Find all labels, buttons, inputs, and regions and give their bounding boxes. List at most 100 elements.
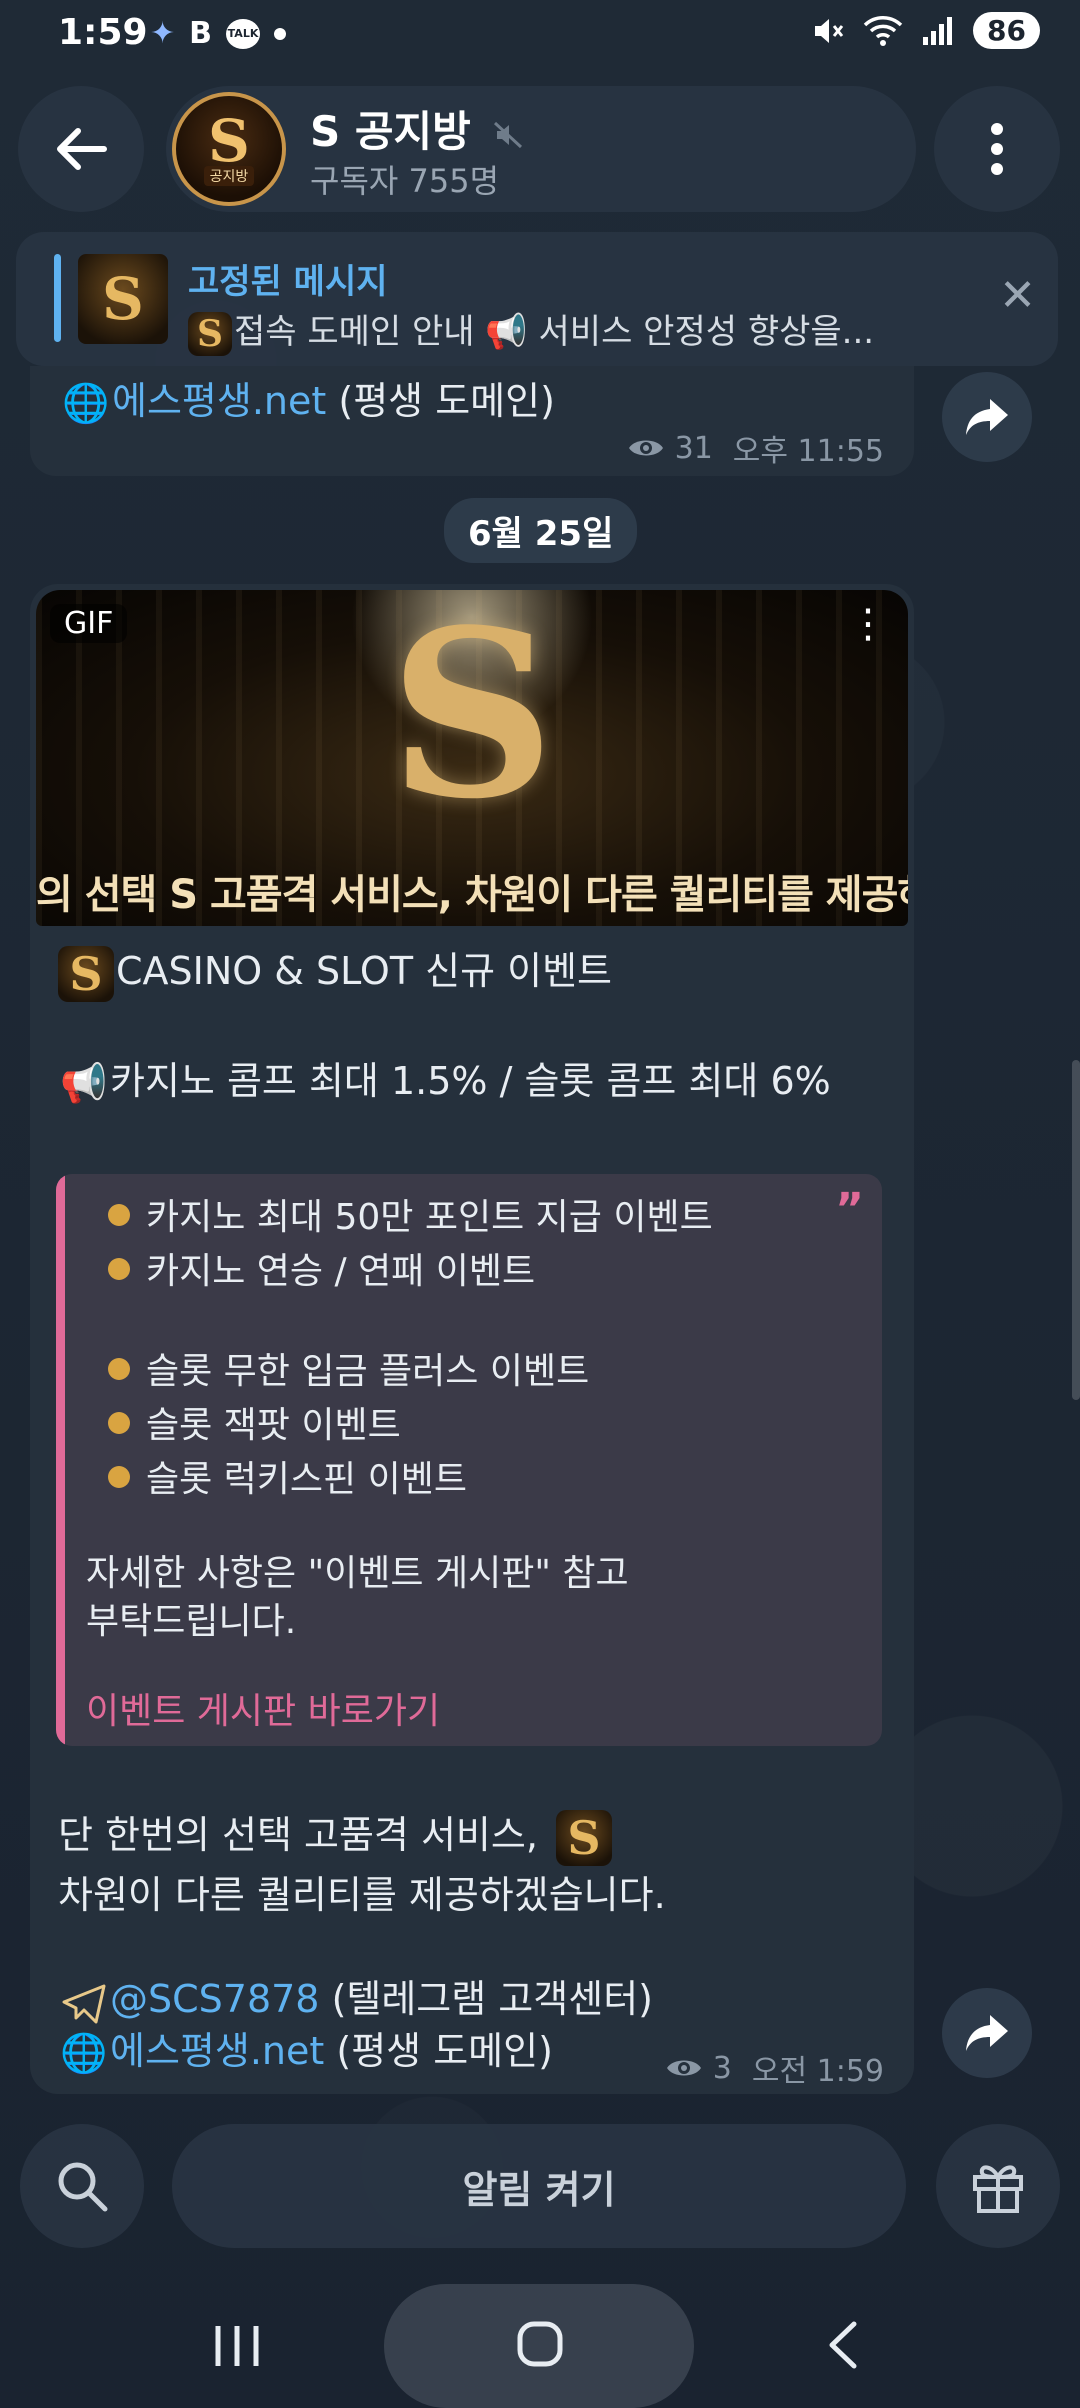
gift-button[interactable] <box>936 2124 1060 2248</box>
channel-header[interactable]: S 공지방 S 공지방 구독자 755명 <box>166 86 916 212</box>
bullet-icon <box>108 1412 130 1434</box>
close-icon[interactable]: ✕ <box>999 270 1036 321</box>
battery-indicator: 86 <box>973 12 1040 49</box>
comp-line: 📢카지노 콤프 최대 1.5% / 슬롯 콤프 최대 6% <box>58 1050 831 1106</box>
wifi-icon <box>863 15 903 46</box>
message-time: 오전 1:59 <box>751 2054 884 2089</box>
prev-domain-line: 🌐에스평생.net (평생 도메인) <box>60 370 555 426</box>
paper-plane-icon <box>58 1979 110 2024</box>
b-app-icon: B <box>189 16 213 51</box>
prev-message-meta: 31 오후 11:55 <box>627 426 884 470</box>
forward-arrow-icon <box>966 399 1008 435</box>
previous-message-bubble: 🌐에스평생.net (평생 도메인) 31 오후 11:55 <box>30 366 914 476</box>
notification-toggle-button[interactable]: 알림 켜기 <box>172 2124 906 2248</box>
quote-bar <box>56 1174 65 1746</box>
pinned-thumbnail: S <box>78 254 168 344</box>
domain-suffix: (평생 도메인) <box>324 2029 553 2073</box>
headline-text: CASINO & SLOT 신규 이벤트 <box>116 949 613 993</box>
bullet-icon <box>108 1204 130 1226</box>
forward-button[interactable] <box>942 372 1032 462</box>
message-bubble[interactable]: S 의 선택 S 고품격 서비스, 차원이 다른 퀄리티를 제공하겠 GIF ⋮… <box>30 584 914 2094</box>
channel-avatar[interactable]: S 공지방 <box>172 92 286 206</box>
comp-text: 카지노 콤프 최대 1.5% / 슬롯 콤프 최대 6% <box>110 1059 831 1103</box>
quote-item: 슬롯 잭팟 이벤트 <box>146 1405 401 1446</box>
gif-more-icon[interactable]: ⋮ <box>848 604 888 644</box>
bottom-bar: 알림 켜기 <box>0 2120 1080 2270</box>
bullet-icon <box>108 1358 130 1380</box>
bullet-icon <box>108 1466 130 1488</box>
channel-title-text: S 공지방 <box>310 107 471 156</box>
back-nav-icon[interactable] <box>826 2320 858 2370</box>
quote-mark-icon: ” <box>835 1184 864 1235</box>
s-logo-icon: S <box>58 945 114 1002</box>
more-notifications-dot-icon <box>274 27 287 40</box>
prev-time: 오후 11:55 <box>732 434 884 469</box>
views-eye-icon <box>628 440 663 456</box>
gift-icon <box>973 2165 1023 2213</box>
search-button[interactable] <box>20 2124 144 2248</box>
pinned-preview: 접속 도메인 안내 📢 서비스 안정성 향상을... <box>234 312 875 352</box>
channel-title: S 공지방 <box>310 98 525 159</box>
quote-note-line-2: 부탁드립니다. <box>86 1601 297 1642</box>
quote-item: 슬롯 무한 입금 플러스 이벤트 <box>146 1351 590 1392</box>
sparkle-icon: ✦ <box>150 16 176 51</box>
forward-button[interactable] <box>942 1988 1032 2078</box>
pinned-title: 고정된 메시지 <box>188 262 388 302</box>
more-vertical-icon <box>991 123 1003 175</box>
telegram-suffix: (텔레그램 고객센터) <box>319 1977 653 2021</box>
megaphone-icon: 📢 <box>60 1061 108 1105</box>
domain-line: 🌐에스평생.net (평생 도메인) <box>58 2020 553 2076</box>
notification-icons: ✦ B TALK <box>150 16 287 51</box>
muted-icon <box>494 121 523 148</box>
mute-icon <box>815 18 844 43</box>
scrollbar[interactable] <box>1072 1060 1080 1400</box>
gif-badge: GIF <box>50 604 128 643</box>
arrow-left-icon <box>57 128 107 170</box>
avatar-letter: S <box>208 107 250 175</box>
pinned-indicator <box>54 254 61 342</box>
event-quote-block: ” 카지노 최대 50만 포인트 지급 이벤트 카지노 연승 / 연패 이벤트 … <box>56 1174 882 1746</box>
domain-link[interactable]: 에스평생.net <box>110 2029 324 2073</box>
globe-icon: 🌐 <box>60 2031 108 2075</box>
status-bar: 1:59 ✦ B TALK 86 <box>0 0 1080 70</box>
closing-line-2: 차원이 다른 퀄리티를 제공하겠습니다. <box>58 1873 666 1917</box>
prev-domain-suffix: (평생 도메인) <box>326 379 555 423</box>
pinned-thumb-letter: S <box>102 265 144 333</box>
kakaotalk-icon: TALK <box>226 18 261 49</box>
subscriber-count: 구독자 755명 <box>310 162 500 200</box>
headline-line: S CASINO & SLOT 신규 이벤트 <box>58 940 612 1002</box>
closing-line-1: 단 한번의 선택 고품격 서비스, S <box>58 1804 614 1866</box>
gif-caption: 의 선택 S 고품격 서비스, 차원이 다른 퀄리티를 제공하겠 <box>36 872 908 918</box>
system-icons: 86 <box>811 12 1040 49</box>
more-options-button[interactable] <box>934 86 1060 212</box>
gif-media[interactable]: S 의 선택 S 고품격 서비스, 차원이 다른 퀄리티를 제공하겠 GIF ⋮ <box>36 590 908 926</box>
status-time: 1:59 <box>58 12 148 53</box>
quote-note-line-1: 자세한 사항은 "이벤트 게시판" 참고 <box>86 1553 629 1594</box>
s-logo-icon: S <box>188 311 232 356</box>
quote-item: 슬롯 럭키스핀 이벤트 <box>146 1459 467 1500</box>
s-logo-icon: S <box>556 1809 613 1866</box>
bullet-icon <box>108 1258 130 1280</box>
telegram-line: @SCS7878 (텔레그램 고객센터) <box>58 1968 653 2024</box>
telegram-handle-link[interactable]: @SCS7878 <box>110 1977 319 2021</box>
home-icon[interactable] <box>516 2320 564 2368</box>
prev-domain-link[interactable]: 에스평생.net <box>112 379 326 423</box>
globe-icon: 🌐 <box>62 381 110 425</box>
date-separator: 6월 25일 <box>444 498 638 563</box>
message-meta: 3 오전 1:59 <box>665 2046 884 2090</box>
quote-item: 카지노 연승 / 연패 이벤트 <box>146 1251 536 1292</box>
search-icon <box>58 2162 108 2212</box>
quote-item: 카지노 최대 50만 포인트 지급 이벤트 <box>146 1197 713 1238</box>
avatar-caption: 공지방 <box>203 166 255 186</box>
system-navigation-bar <box>0 2280 1080 2408</box>
views-eye-icon <box>666 2060 701 2076</box>
event-board-link[interactable]: 이벤트 게시판 바로가기 <box>86 1682 440 1734</box>
pinned-message-bar[interactable]: S 고정된 메시지 S 접속 도메인 안내 📢 서비스 안정성 향상을... ✕ <box>16 232 1058 366</box>
message-views: 3 <box>712 2050 732 2086</box>
recent-apps-icon[interactable] <box>212 2324 262 2368</box>
closing-text-1: 단 한번의 선택 고품격 서비스, <box>58 1813 538 1857</box>
signal-icon <box>923 16 953 45</box>
pinned-preview-text: S 접속 도메인 안내 📢 서비스 안정성 향상을... <box>188 304 948 356</box>
back-button[interactable] <box>18 86 144 212</box>
gif-logo-letter: S <box>388 590 556 850</box>
